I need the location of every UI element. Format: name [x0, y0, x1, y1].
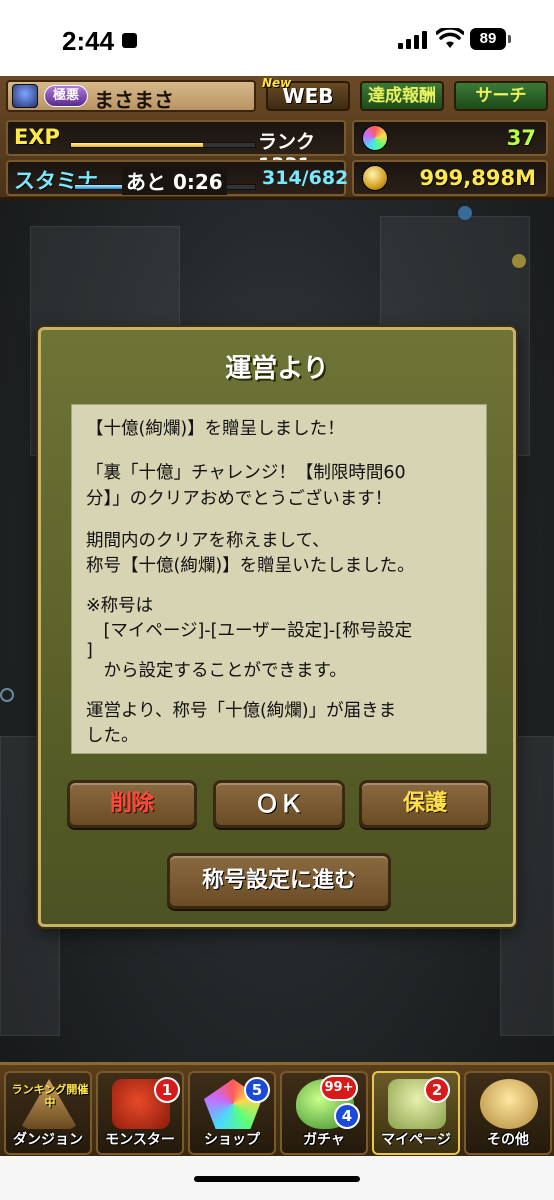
new-tag: New — [262, 76, 292, 90]
nav-label: モンスター — [105, 1132, 175, 1148]
magic-stone-icon — [362, 125, 388, 151]
cellular-signal-icon — [398, 31, 428, 49]
message-body: 【十億(絢爛)】を贈呈しました！ 「裏「十億」チャレンジ！【制限時間60 分】」… — [71, 404, 487, 754]
nav-label: ショップ — [204, 1132, 260, 1148]
game-header: 極悪 まさまさ WEB New 達成報酬 サーチ EXP ランク1331 37 … — [0, 76, 554, 200]
rank-badge: 極悪 — [44, 85, 88, 107]
shop-badge: 5 — [244, 1077, 270, 1103]
wifi-icon — [436, 28, 464, 48]
message-line: 称号【十億(絢爛)】を贈呈いたしました。 — [86, 556, 415, 576]
exp-panel: EXP ランク1331 — [6, 120, 346, 176]
achievements-button[interactable]: 達成報酬 — [360, 81, 444, 111]
exp-bar-fill — [71, 143, 204, 147]
exp-label: EXP — [14, 125, 60, 149]
message-line: 「裏「十億」チャレンジ！【制限時間60 — [86, 463, 406, 483]
home-indicator-area — [0, 1156, 554, 1200]
mypage-badge: 2 — [424, 1077, 450, 1103]
nav-mypage[interactable]: 2 マイページ — [372, 1071, 460, 1155]
gacha-badge: 99+ — [320, 1075, 358, 1101]
message-line: 【十億(絢爛)】を贈呈しました！ — [86, 419, 345, 439]
message-line: から設定することができます。 — [86, 661, 347, 681]
message-line: [マイページ]-[ユーザー設定]-[称号設定 — [86, 621, 413, 641]
stamina-value: 314/682 — [262, 167, 349, 189]
message-line: 運営より、称号「十億(絢爛)」が届きま — [86, 701, 397, 721]
nav-label: マイページ — [381, 1132, 451, 1148]
player-profile[interactable]: 極悪 まさまさ — [6, 80, 256, 112]
protect-button[interactable]: 保護 — [359, 780, 491, 828]
nav-dungeon[interactable]: ランキング開催中 ダンジョン — [4, 1071, 92, 1155]
exp-bar — [70, 142, 256, 148]
ok-button[interactable]: ＯＫ — [213, 780, 345, 828]
player-avatar — [12, 84, 38, 108]
stamina-panel: スタミナ あと 0:26 314/682 — [6, 160, 349, 196]
ios-status-bar: 2:44 89 — [0, 0, 554, 76]
coin-count: 999,898M — [419, 166, 536, 190]
bottom-nav: ランキング開催中 ダンジョン 1 モンスター 5 ショップ 99+ 4 ガチャ … — [0, 1062, 554, 1156]
title-settings-button[interactable]: 称号設定に進む — [167, 853, 391, 909]
coin-panel: 999,898M — [352, 160, 548, 196]
nav-other[interactable]: その他 — [464, 1071, 552, 1155]
nav-label: その他 — [487, 1132, 529, 1148]
nav-label: ダンジョン — [13, 1132, 83, 1148]
message-dialog: 運営より 【十億(絢爛)】を贈呈しました！ 「裏「十億」チャレンジ！【制限時間6… — [38, 327, 516, 927]
battery-indicator: 89 — [470, 28, 511, 50]
magic-stone-count: 37 — [506, 126, 536, 150]
message-line: 分】」のクリアおめでとうございます！ — [86, 489, 393, 509]
message-line: ※称号は — [86, 596, 154, 616]
ranking-event-tag: ランキング開催中 — [11, 1083, 89, 1109]
message-line: 期間内のクリアを称えまして、 — [86, 531, 330, 551]
focus-mode-icon — [122, 33, 137, 48]
home-indicator[interactable] — [194, 1176, 360, 1182]
nav-label: ガチャ — [303, 1132, 345, 1148]
gacha-badge-secondary: 4 — [334, 1103, 360, 1129]
question-mark-icon — [480, 1079, 538, 1129]
magic-stone-panel[interactable]: 37 — [352, 120, 548, 156]
monster-badge: 1 — [154, 1077, 180, 1103]
stamina-label: スタミナ — [14, 169, 98, 193]
nav-monster[interactable]: 1 モンスター — [96, 1071, 184, 1155]
player-name: まさまさ — [94, 88, 174, 112]
delete-button[interactable]: 削除 — [67, 780, 197, 828]
coin-icon — [362, 165, 388, 191]
nav-gacha[interactable]: 99+ 4 ガチャ — [280, 1071, 368, 1155]
dialog-title: 運営より — [225, 354, 329, 384]
stamina-timer: あと 0:26 — [122, 166, 227, 195]
search-button[interactable]: サーチ — [454, 81, 548, 111]
nav-shop[interactable]: 5 ショップ — [188, 1071, 276, 1155]
status-time: 2:44 — [62, 26, 115, 56]
message-line: した。 — [86, 726, 139, 746]
